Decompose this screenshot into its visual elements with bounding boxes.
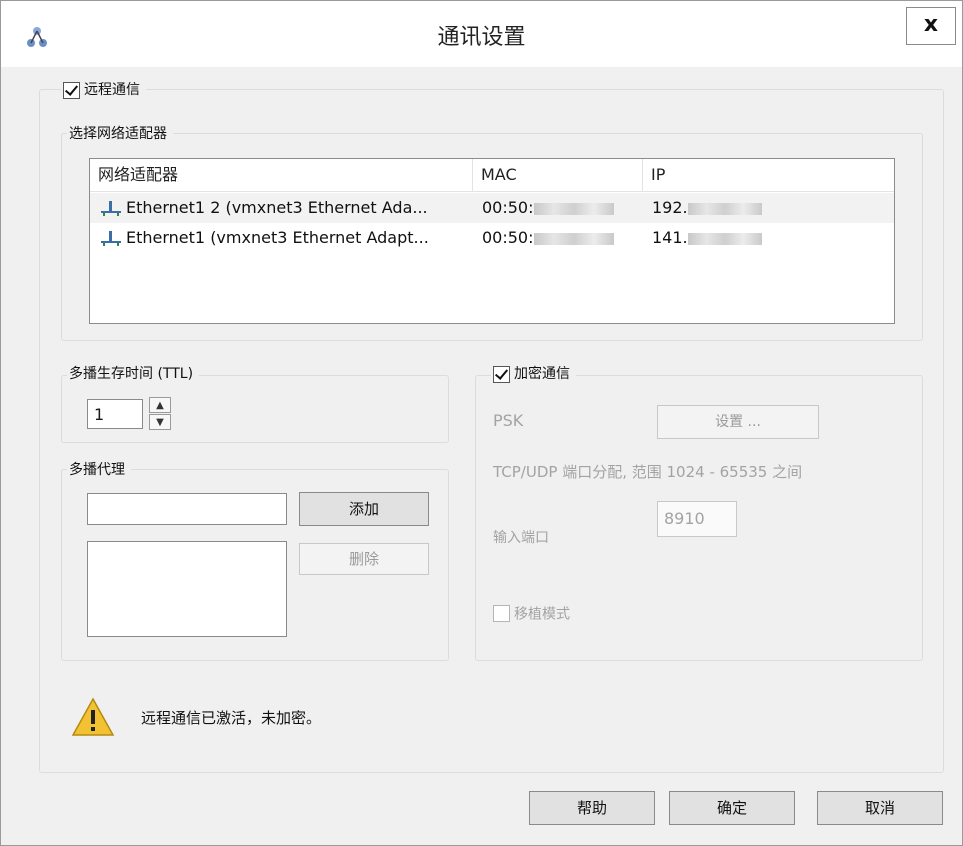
adapter-mac: 00:50: xyxy=(482,223,614,253)
ttl-group-label: 多播生存时间 (TTL) xyxy=(67,363,200,383)
help-button[interactable]: 帮助 xyxy=(529,791,655,825)
port-input[interactable]: 8910 xyxy=(657,501,737,537)
status-message: 远程通信已激活，未加密。 xyxy=(141,709,322,727)
dialog-window: 通讯设置 x 远程通信 选择网络适配器 网络适配器 MAC IP Etherne… xyxy=(0,0,963,846)
proxy-group-label: 多播代理 xyxy=(67,459,131,479)
adapter-ip: 192. xyxy=(652,193,762,223)
adapter-name: Ethernet1 2 (vmxnet3 Ethernet Ada... xyxy=(126,198,428,217)
chevron-up-icon[interactable]: ▲ xyxy=(149,397,171,413)
psk-label: PSK xyxy=(493,411,524,430)
delete-button[interactable]: 删除 xyxy=(299,543,429,575)
portable-mode-checkbox[interactable] xyxy=(493,605,510,622)
adapter-name: Ethernet1 (vmxnet3 Ethernet Adapt... xyxy=(126,228,429,247)
adapter-mac: 00:50: xyxy=(482,193,614,223)
adapter-group-label: 选择网络适配器 xyxy=(67,123,173,143)
encryption-checkbox[interactable] xyxy=(493,365,510,383)
portable-mode-label: 移植模式 xyxy=(514,606,570,623)
input-port-label: 输入端口 xyxy=(493,530,549,546)
column-header-ip[interactable]: IP xyxy=(642,159,891,191)
cancel-button[interactable]: 取消 xyxy=(817,791,943,825)
proxy-address-input[interactable] xyxy=(87,493,287,525)
warning-icon xyxy=(71,697,115,736)
adapter-list[interactable]: 网络适配器 MAC IP Ethernet1 2 (vmxnet3 Ethern… xyxy=(89,158,895,324)
adapter-row[interactable]: Ethernet1 (vmxnet3 Ethernet Adapt... 00:… xyxy=(90,223,894,253)
port-range-text: TCP/UDP 端口分配, 范围 1024 - 65535 之间 xyxy=(493,463,803,481)
psk-settings-button[interactable]: 设置 ... xyxy=(657,405,819,439)
portable-mode-row[interactable]: 移植模式 xyxy=(493,603,570,624)
close-button[interactable]: x xyxy=(906,7,956,45)
remote-checkbox-row[interactable]: 远程通信 xyxy=(61,79,146,99)
remote-label: 远程通信 xyxy=(84,82,140,98)
title-bar: 通讯设置 x xyxy=(1,1,962,67)
dialog-body: 远程通信 选择网络适配器 网络适配器 MAC IP Ethernet1 2 (v… xyxy=(1,67,962,845)
ttl-input[interactable]: 1 xyxy=(87,399,143,429)
encryption-label: 加密通信 xyxy=(514,366,570,382)
chevron-down-icon[interactable]: ▼ xyxy=(149,414,171,430)
column-header-adapter[interactable]: 网络适配器 xyxy=(90,159,472,191)
adapter-list-header: 网络适配器 MAC IP xyxy=(90,159,894,192)
adapter-ip: 141. xyxy=(652,223,762,253)
encryption-checkbox-row[interactable]: 加密通信 xyxy=(491,363,576,383)
proxy-list[interactable] xyxy=(87,541,287,637)
window-title: 通讯设置 xyxy=(437,25,526,50)
column-header-mac[interactable]: MAC xyxy=(472,159,641,191)
ok-button[interactable]: 确定 xyxy=(669,791,795,825)
network-adapter-icon xyxy=(101,201,121,216)
add-button[interactable]: 添加 xyxy=(299,492,429,526)
network-adapter-icon xyxy=(101,231,121,246)
adapter-row[interactable]: Ethernet1 2 (vmxnet3 Ethernet Ada... 00:… xyxy=(90,193,894,223)
remote-checkbox[interactable] xyxy=(63,81,80,99)
